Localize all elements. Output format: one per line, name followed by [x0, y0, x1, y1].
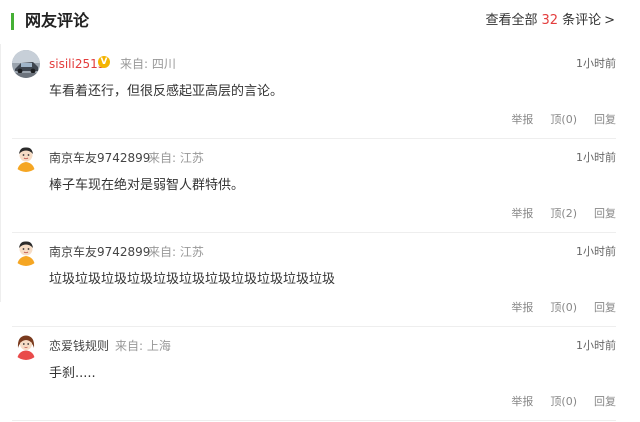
report-button[interactable]: 举报 [511, 301, 533, 314]
comment-username[interactable]: 南京车友9742899 [49, 150, 150, 166]
upvote-button[interactable]: 顶(0) [550, 301, 577, 314]
comment-count: 32 [541, 13, 559, 28]
comment-location: 来自: 四川 [120, 57, 176, 71]
comment-text: 手刹..... [49, 366, 96, 381]
avatar[interactable] [12, 144, 40, 172]
view-all-prefix: 查看全部 [485, 13, 538, 28]
comment-location: 来自: 上海 [115, 339, 171, 353]
reply-button[interactable]: 回复 [594, 301, 616, 314]
comment-item: 恋爱钱规则 来自: 上海 1小时前 手刹..... 举报 顶(0) 回复 [12, 326, 616, 421]
comment-time: 1小时前 [576, 245, 616, 258]
upvote-button[interactable]: 顶(0) [550, 113, 577, 126]
comment-time: 1小时前 [576, 151, 616, 164]
comment-username[interactable]: sisili2513 [49, 56, 105, 72]
comments-header: 网友评论 查看全部 32 条评论 > [0, 0, 640, 44]
section-accent-bar [11, 13, 14, 30]
avatar[interactable] [12, 238, 40, 266]
comment-item: sisili2513 V 来自: 四川 1小时前 车看着还行，但很反感起亚高层的… [12, 44, 616, 139]
comment-location: 来自: 江苏 [148, 245, 204, 259]
upvote-button[interactable]: 顶(2) [550, 207, 577, 220]
comment-location: 来自: 江苏 [148, 151, 204, 165]
comment-actions: 举报 顶(0) 回复 [494, 300, 616, 316]
comment-actions: 举报 顶(2) 回复 [494, 206, 616, 222]
comment-text: 车看着还行，但很反感起亚高层的言论。 [49, 84, 284, 99]
comment-username[interactable]: 南京车友9742899 [49, 244, 150, 260]
comment-time: 1小时前 [576, 57, 616, 70]
comment-time: 1小时前 [576, 339, 616, 352]
comment-item: 南京车友9742899 来自: 江苏 1小时前 棒子车现在绝对是弱智人群特供。 … [12, 138, 616, 233]
comment-text: 棒子车现在绝对是弱智人群特供。 [49, 178, 245, 193]
reply-button[interactable]: 回复 [594, 395, 616, 408]
reply-button[interactable]: 回复 [594, 207, 616, 220]
comment-actions: 举报 顶(0) 回复 [494, 112, 616, 128]
comment-username[interactable]: 恋爱钱规则 [49, 338, 109, 354]
chevron-right-icon: > [604, 13, 615, 28]
reply-button[interactable]: 回复 [594, 113, 616, 126]
comment-actions: 举报 顶(0) 回复 [494, 394, 616, 410]
avatar[interactable] [12, 332, 40, 360]
report-button[interactable]: 举报 [511, 207, 533, 220]
report-button[interactable]: 举报 [511, 395, 533, 408]
left-divider [0, 44, 1, 302]
view-all-suffix: 条评论 [562, 13, 602, 28]
comment-text: 垃圾垃圾垃圾垃圾垃圾垃圾垃圾垃圾垃圾垃圾垃圾 [49, 272, 336, 287]
view-all-comments-link[interactable]: 查看全部 32 条评论 > [486, 12, 615, 30]
report-button[interactable]: 举报 [511, 113, 533, 126]
comment-item: 南京车友9742899 来自: 江苏 1小时前 垃圾垃圾垃圾垃圾垃圾垃圾垃圾垃圾… [12, 232, 616, 327]
avatar[interactable] [12, 50, 40, 78]
section-title: 网友评论 [25, 11, 90, 30]
upvote-button[interactable]: 顶(0) [550, 395, 577, 408]
vip-badge-icon: V [98, 56, 110, 68]
